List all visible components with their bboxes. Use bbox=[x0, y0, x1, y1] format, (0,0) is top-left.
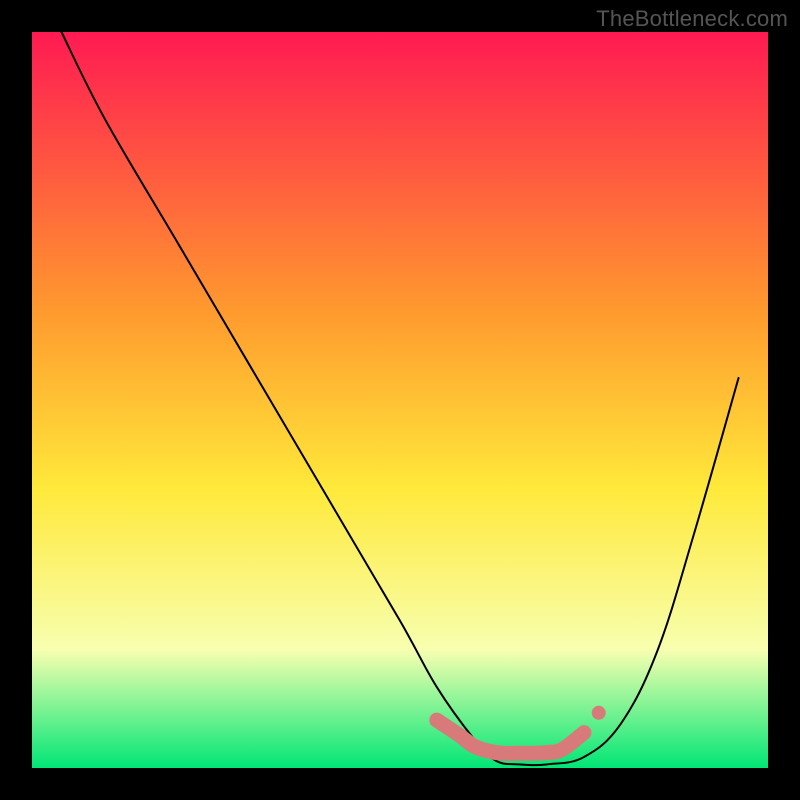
watermark-text: TheBottleneck.com bbox=[596, 6, 788, 32]
chart-stage: TheBottleneck.com bbox=[0, 0, 800, 800]
gradient-background bbox=[32, 32, 768, 768]
optimal-range-dot bbox=[592, 706, 606, 720]
bottleneck-chart bbox=[0, 0, 800, 800]
